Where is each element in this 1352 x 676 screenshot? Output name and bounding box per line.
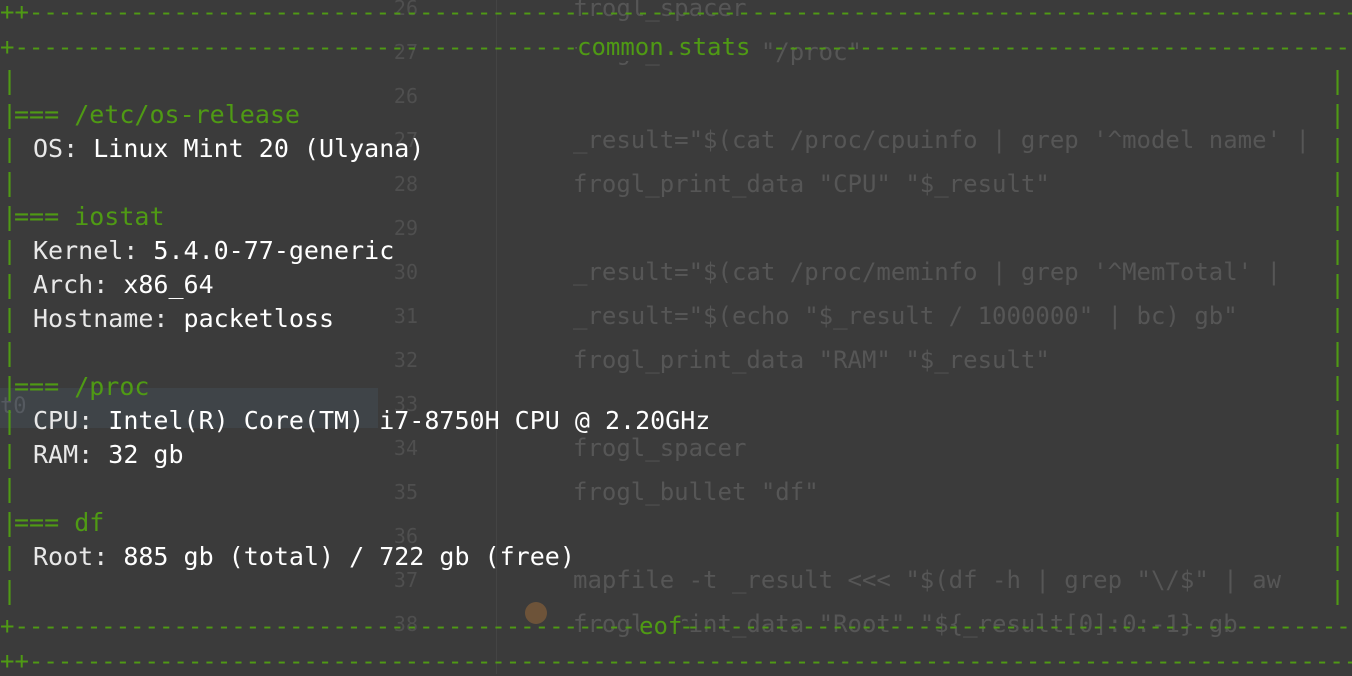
frame-bar-left: |: [2, 338, 18, 367]
frame-bar-right: |: [1330, 304, 1346, 333]
section-heading-iostat: | === iostat |: [0, 200, 1352, 234]
blank-row: | |: [0, 472, 1352, 506]
hostname-label: Hostname:: [33, 304, 169, 333]
frame-bar-left: |: [2, 270, 18, 299]
top-border: ++--------------------------------------…: [0, 0, 1352, 26]
frame-bar-right: |: [1330, 236, 1346, 265]
frame-bar-right: |: [1330, 372, 1346, 401]
frame-bar-right: |: [1330, 542, 1346, 571]
footer-border-right: ----------------------------------------…: [686, 612, 1352, 640]
frame-bar-right: |: [1330, 406, 1346, 435]
frame-bar-left: |: [2, 542, 18, 571]
frame-bar-left: |: [2, 66, 18, 95]
frame-title: common.stats: [577, 33, 751, 61]
frame-bar-right: |: [1330, 508, 1346, 537]
hostname-entry: Hostname: packetloss: [33, 302, 334, 336]
section-heading-os-release: | === /etc/os-release |: [0, 98, 1352, 132]
frame-bar-right: |: [1330, 440, 1346, 469]
frame-bar-right: |: [1330, 66, 1346, 95]
frame-bar-left: |: [2, 440, 18, 469]
hostname-value: packetloss: [183, 304, 335, 333]
frame-footer: eof: [639, 612, 683, 640]
blank-row: | |: [0, 166, 1352, 200]
root-entry: Root: 885 gb (total) / 722 gb (free): [33, 540, 575, 574]
frame-bar-right: |: [1330, 168, 1346, 197]
frame-bar-left: |: [2, 134, 18, 163]
cpu-value: Intel(R) Core(TM) i7-8750H CPU @ 2.20GHz: [108, 406, 711, 435]
frame-bar-left: |: [2, 576, 18, 605]
ram-value: 32 gb: [108, 440, 184, 469]
root-value: 885 gb (total) / 722 gb (free): [123, 542, 575, 571]
ram-row: | RAM: 32 gb |: [0, 438, 1352, 472]
ram-label: RAM:: [33, 440, 94, 469]
blank-row: | |: [0, 336, 1352, 370]
root-label: Root:: [33, 542, 109, 571]
frame-bar-right: |: [1330, 134, 1346, 163]
frame-bar-left: |: [2, 304, 18, 333]
frame-bar-left: |: [2, 236, 18, 265]
section-heading-df: | === df |: [0, 506, 1352, 540]
arch-row: | Arch: x86_64 |: [0, 268, 1352, 302]
os-value: Linux Mint 20 (Ulyana): [93, 134, 425, 163]
frame-bar-right: |: [1330, 338, 1346, 367]
heading-text: === iostat: [14, 202, 165, 231]
root-row: | Root: 885 gb (total) / 722 gb (free) |: [0, 540, 1352, 574]
cpu-entry: CPU: Intel(R) Core(TM) i7-8750H CPU @ 2.…: [33, 404, 710, 438]
kernel-value: 5.4.0-77-generic: [153, 236, 395, 265]
os-label: OS:: [33, 134, 79, 163]
heading-text: === df: [14, 508, 105, 537]
kernel-entry: Kernel: 5.4.0-77-generic: [33, 234, 394, 268]
frame-bar-right: |: [1330, 576, 1346, 605]
arch-value: x86_64: [123, 270, 214, 299]
kernel-row: | Kernel: 5.4.0-77-generic |: [0, 234, 1352, 268]
heading-text: === /etc/os-release: [14, 100, 300, 129]
os-row: | OS: Linux Mint 20 (Ulyana) |: [0, 132, 1352, 166]
frame-bar-left: |: [2, 406, 18, 435]
os-entry: OS: Linux Mint 20 (Ulyana): [33, 132, 424, 166]
blank-row: | |: [0, 574, 1352, 608]
frame-bar-right: |: [1330, 100, 1346, 129]
frame-bar-left: |: [2, 474, 18, 503]
hostname-row: | Hostname: packetloss |: [0, 302, 1352, 336]
arch-entry: Arch: x86_64: [33, 268, 214, 302]
ram-entry: RAM: 32 gb: [33, 438, 184, 472]
cpu-row: | CPU: Intel(R) Core(TM) i7-8750H CPU @ …: [0, 404, 1352, 438]
title-border-right: ----------------------------------------…: [772, 33, 1352, 61]
kernel-label: Kernel:: [33, 236, 139, 265]
section-heading-proc: | === /proc |: [0, 370, 1352, 404]
arch-label: Arch:: [33, 270, 109, 299]
footer-border-left: +---------------------------------------…: [0, 612, 694, 640]
title-border-left: +---------------------------------------…: [0, 33, 607, 61]
frame-bar-right: |: [1330, 270, 1346, 299]
heading-text: === /proc: [14, 372, 150, 401]
cpu-label: CPU:: [33, 406, 94, 435]
frame-bar-right: |: [1330, 202, 1346, 231]
frame-bar-left: |: [2, 168, 18, 197]
bottom-border: ++--------------------------------------…: [0, 647, 1352, 675]
frame-bar-right: |: [1330, 474, 1346, 503]
blank-row: | |: [0, 64, 1352, 98]
